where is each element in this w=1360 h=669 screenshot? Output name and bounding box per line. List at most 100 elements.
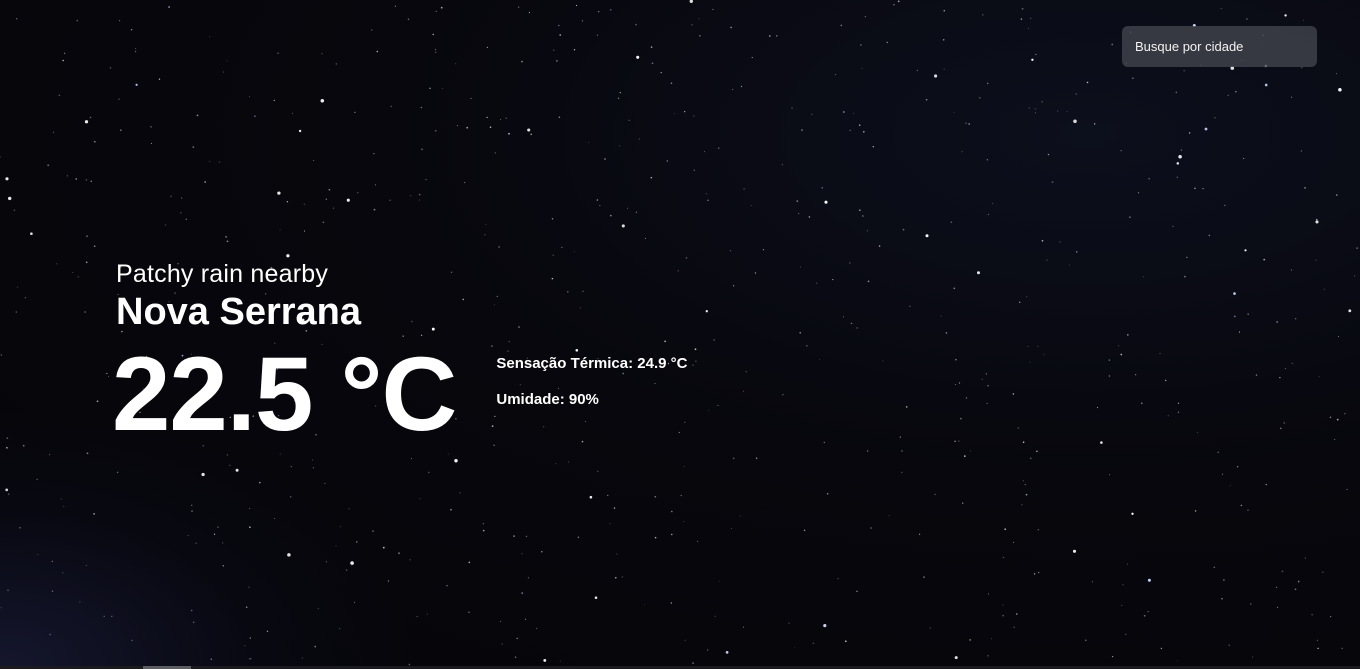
star — [119, 20, 121, 22]
star — [1131, 512, 1134, 515]
star — [953, 287, 956, 290]
star — [130, 28, 133, 31]
star — [616, 553, 618, 555]
star — [1100, 441, 1103, 444]
star — [842, 111, 845, 113]
star — [312, 459, 314, 461]
star — [1118, 345, 1120, 347]
star — [86, 452, 89, 455]
star — [158, 78, 161, 80]
star — [916, 69, 918, 71]
star — [249, 637, 251, 639]
star — [1196, 431, 1198, 433]
star — [419, 498, 421, 500]
star — [755, 457, 758, 459]
star — [1184, 275, 1186, 278]
star — [1263, 258, 1266, 261]
star — [446, 585, 448, 587]
star — [116, 471, 119, 474]
star — [684, 110, 686, 113]
star — [866, 450, 869, 452]
star — [185, 218, 188, 221]
weather-condition: Patchy rain nearby — [116, 260, 329, 288]
star — [435, 10, 437, 13]
star — [420, 106, 423, 109]
star — [434, 129, 437, 132]
star — [468, 561, 471, 564]
star — [856, 327, 858, 329]
star — [1208, 234, 1211, 237]
star — [517, 6, 520, 8]
star — [1030, 457, 1032, 460]
star — [750, 205, 752, 207]
star — [943, 9, 946, 12]
star — [597, 470, 599, 473]
star — [788, 622, 790, 624]
star — [84, 311, 86, 313]
star — [339, 628, 341, 630]
star — [1223, 579, 1225, 581]
star — [500, 620, 501, 622]
star — [1140, 402, 1143, 405]
star — [888, 515, 890, 517]
temperature-row: 22.5 °C Sensação Térmica: 24.9 °C Umidad… — [112, 339, 687, 451]
star — [435, 51, 437, 53]
star — [1022, 480, 1024, 482]
star — [897, 0, 900, 3]
city-search-input[interactable] — [1122, 26, 1317, 67]
star — [1317, 647, 1319, 650]
star — [447, 453, 449, 455]
star — [990, 638, 993, 640]
star — [958, 440, 960, 442]
star — [558, 24, 560, 26]
star — [416, 615, 418, 618]
star — [1290, 269, 1292, 271]
star — [638, 138, 640, 140]
star — [229, 464, 231, 466]
star — [180, 212, 182, 214]
star — [1334, 439, 1336, 440]
star — [150, 142, 153, 144]
star — [37, 553, 39, 556]
star — [103, 615, 105, 618]
star — [345, 569, 348, 571]
star — [1075, 93, 1077, 95]
star — [953, 111, 955, 113]
star — [718, 580, 720, 582]
star — [1020, 18, 1023, 20]
star — [614, 576, 617, 579]
star — [643, 604, 645, 606]
star — [1175, 91, 1178, 94]
star — [604, 158, 606, 160]
star — [16, 18, 18, 20]
star — [1126, 334, 1129, 336]
star — [1028, 107, 1030, 109]
star — [671, 510, 673, 513]
star — [135, 83, 138, 86]
star — [468, 611, 470, 613]
star — [870, 527, 872, 529]
star — [776, 35, 778, 37]
star — [1013, 626, 1015, 628]
star — [56, 263, 58, 265]
star — [644, 238, 646, 240]
star — [441, 88, 443, 90]
star — [0, 156, 1, 158]
star — [350, 561, 354, 565]
star — [731, 528, 733, 529]
star — [192, 146, 195, 148]
star — [628, 119, 630, 121]
temperature-value: 22.5 °C — [112, 336, 457, 453]
star — [899, 436, 901, 438]
star — [0, 354, 2, 356]
star — [1214, 117, 1216, 119]
star — [1108, 474, 1110, 476]
star — [942, 39, 945, 41]
feels-like-label: Sensação Térmica: — [496, 355, 634, 372]
star — [635, 211, 638, 213]
star — [217, 526, 219, 528]
star — [1246, 18, 1248, 20]
star — [1279, 376, 1281, 379]
star — [955, 383, 957, 385]
star — [1341, 647, 1343, 649]
